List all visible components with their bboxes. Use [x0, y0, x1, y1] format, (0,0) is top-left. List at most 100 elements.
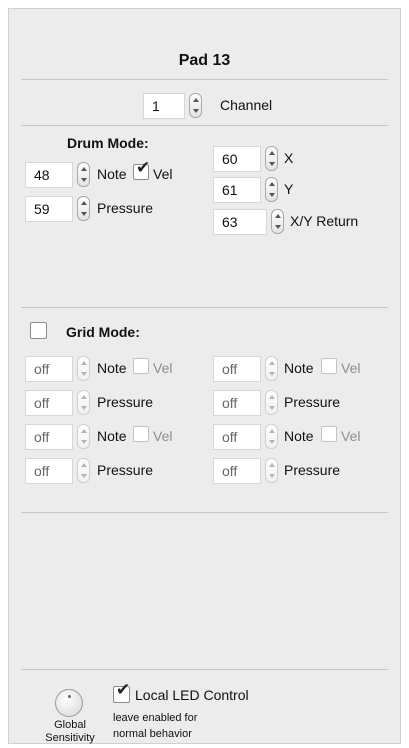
divider — [21, 125, 388, 126]
grid-right-vel-label: Vel — [341, 428, 361, 444]
grid-mode-checkbox[interactable] — [30, 322, 47, 339]
grid-left-label: Note — [97, 360, 127, 376]
grid-left-value-stepper[interactable] — [77, 458, 90, 483]
grid-right-vel-label: Vel — [341, 360, 361, 376]
grid-left-label: Pressure — [97, 394, 154, 410]
drum-vel-label: Vel — [153, 166, 173, 182]
channel-label: Channel — [220, 97, 273, 113]
arrow-down-icon — [80, 372, 87, 376]
grid-left-vel-label: Vel — [153, 360, 173, 376]
grid-right-value-stepper[interactable] — [265, 458, 278, 483]
grid-mode-heading: Grid Mode: — [66, 324, 140, 340]
arrow-down-icon — [268, 162, 275, 166]
drum-x-stepper[interactable] — [265, 146, 278, 171]
grid-left-value-field[interactable]: off — [25, 390, 73, 416]
arrow-up-icon — [268, 395, 275, 399]
arrow-down-icon — [80, 440, 87, 444]
arrow-up-icon — [268, 151, 275, 155]
grid-right-value-stepper[interactable] — [265, 390, 278, 415]
checkmark-icon: ✔ — [136, 158, 151, 178]
divider — [21, 669, 388, 670]
drum-pressure-stepper[interactable] — [77, 196, 90, 221]
arrow-up-icon — [274, 214, 281, 218]
arrow-up-icon — [268, 182, 275, 186]
arrow-up-icon — [80, 429, 87, 433]
divider — [21, 79, 388, 80]
channel-stepper[interactable] — [189, 93, 202, 118]
arrow-up-icon — [192, 98, 199, 102]
pad-settings-panel: Pad 13 1 Channel Drum Mode: 48 Note ✔ Ve… — [8, 8, 401, 744]
arrow-down-icon — [274, 225, 281, 229]
arrow-up-icon — [80, 201, 87, 205]
drum-y-stepper[interactable] — [265, 177, 278, 202]
grid-left-value-stepper[interactable] — [77, 390, 90, 415]
grid-right-value-field[interactable]: off — [213, 424, 261, 450]
drum-x-label: X — [284, 150, 294, 166]
arrow-down-icon — [192, 109, 199, 113]
arrow-up-icon — [268, 463, 275, 467]
pad-title: Pad 13 — [178, 52, 231, 69]
divider — [21, 512, 388, 513]
grid-right-value-field[interactable]: off — [213, 458, 261, 484]
grid-right-value-stepper[interactable] — [265, 356, 278, 381]
grid-left-label: Pressure — [97, 462, 154, 478]
local-led-label: Local LED Control — [135, 687, 249, 703]
arrow-up-icon — [80, 395, 87, 399]
channel-field[interactable]: 1 — [143, 93, 185, 119]
drum-note-stepper[interactable] — [77, 162, 90, 187]
arrow-up-icon — [80, 463, 87, 467]
arrow-up-icon — [80, 361, 87, 365]
drum-note-label: Note — [97, 166, 127, 182]
arrow-down-icon — [268, 372, 275, 376]
grid-right-value-stepper[interactable] — [265, 424, 278, 449]
grid-right-value-field[interactable]: off — [213, 390, 261, 416]
grid-right-label: Pressure — [284, 394, 341, 410]
grid-right-value-field[interactable]: off — [213, 356, 261, 382]
grid-left-value-stepper[interactable] — [77, 424, 90, 449]
drum-x-field[interactable]: 60 — [213, 146, 261, 172]
arrow-down-icon — [80, 212, 87, 216]
grid-left-value-stepper[interactable] — [77, 356, 90, 381]
grid-left-vel-checkbox[interactable] — [133, 426, 149, 442]
grid-left-label: Note — [97, 428, 127, 444]
local-led-hint-line1: leave enabled for — [113, 712, 198, 724]
grid-left-value-field[interactable]: off — [25, 356, 73, 382]
grid-right-label: Pressure — [284, 462, 341, 478]
arrow-up-icon — [268, 361, 275, 365]
drum-note-field[interactable]: 48 — [25, 162, 73, 188]
drum-mode-heading: Drum Mode: — [67, 135, 149, 151]
grid-left-vel-checkbox[interactable] — [133, 358, 149, 374]
grid-left-value-field[interactable]: off — [25, 458, 73, 484]
drum-pressure-label: Pressure — [97, 200, 154, 216]
drum-xy-return-field[interactable]: 63 — [213, 209, 267, 235]
drum-y-label: Y — [284, 181, 294, 197]
local-led-checkbox[interactable]: ✔ — [113, 682, 130, 703]
grid-left-value-field[interactable]: off — [25, 424, 73, 450]
sensitivity-label-line1: Global — [54, 719, 86, 731]
sensitivity-label-line2: Sensitivity — [45, 732, 95, 744]
arrow-down-icon — [268, 406, 275, 410]
arrow-down-icon — [80, 178, 87, 182]
drum-vel-checkbox[interactable]: ✔ — [133, 160, 150, 180]
drum-xy-return-stepper[interactable] — [271, 209, 284, 234]
grid-right-label: Note — [284, 428, 314, 444]
drum-pressure-field[interactable]: 59 — [25, 196, 73, 222]
grid-right-vel-checkbox[interactable] — [321, 358, 337, 374]
grid-right-vel-checkbox[interactable] — [321, 426, 337, 442]
arrow-down-icon — [80, 474, 87, 478]
arrow-down-icon — [268, 440, 275, 444]
drum-y-field[interactable]: 61 — [213, 177, 261, 203]
arrow-up-icon — [268, 429, 275, 433]
local-led-hint-line2: normal behavior — [113, 728, 192, 740]
knob-indicator-icon — [68, 695, 71, 698]
drum-xy-return-label: X/Y Return — [290, 213, 359, 229]
arrow-down-icon — [268, 474, 275, 478]
checkmark-icon: ✔ — [116, 680, 131, 700]
grid-right-label: Note — [284, 360, 314, 376]
arrow-down-icon — [268, 193, 275, 197]
global-sensitivity-knob[interactable] — [55, 689, 83, 717]
arrow-up-icon — [80, 167, 87, 171]
divider — [21, 307, 388, 308]
grid-left-vel-label: Vel — [153, 428, 173, 444]
arrow-down-icon — [80, 406, 87, 410]
